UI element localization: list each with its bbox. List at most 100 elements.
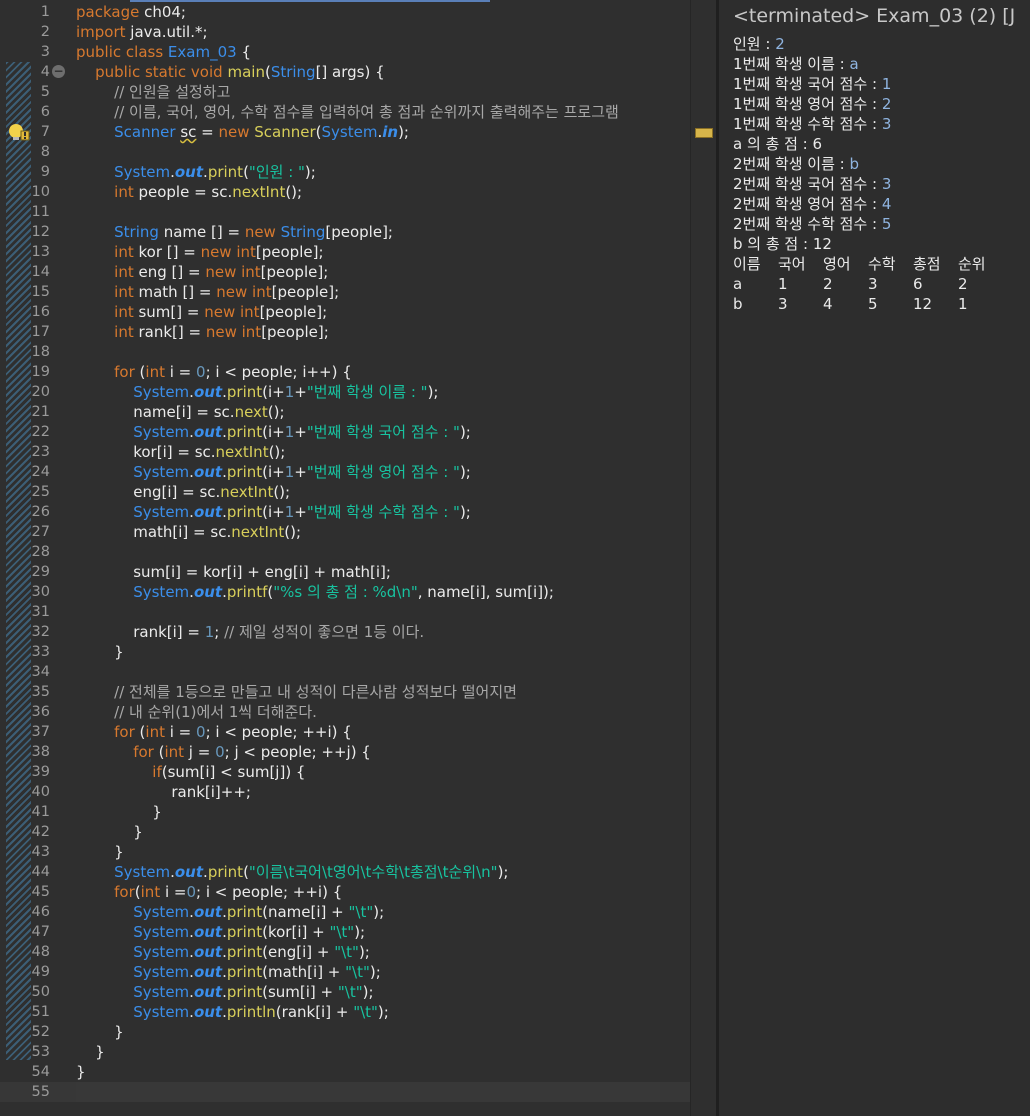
- code-text[interactable]: public class Exam_03 {: [76, 42, 251, 62]
- code-text[interactable]: }: [76, 822, 143, 842]
- warning-lightbulb-icon[interactable]: [7, 122, 31, 142]
- code-text[interactable]: for (int i = 0; i < people; i++) {: [76, 362, 352, 382]
- code-text[interactable]: int people = sc.nextInt();: [76, 182, 302, 202]
- code-line[interactable]: 3 public class Exam_03 {: [0, 42, 690, 62]
- code-text[interactable]: System.out.print(math[i] + "\t");: [76, 962, 381, 982]
- code-line[interactable]: 50 System.out.print(sum[i] + "\t");: [0, 982, 690, 1002]
- code-line[interactable]: 40 rank[i]++;: [0, 782, 690, 802]
- code-line[interactable]: 32 rank[i] = 1; // 제일 성적이 좋으면 1등 이다.: [0, 622, 690, 642]
- code-text[interactable]: int rank[] = new int[people];: [76, 322, 329, 342]
- code-line[interactable]: 10 int people = sc.nextInt();: [0, 182, 690, 202]
- code-text[interactable]: public static void main(String[] args) {: [76, 62, 385, 82]
- code-text[interactable]: // 전체를 1등으로 만들고 내 성적이 다른사람 성적보다 떨어지면: [76, 682, 517, 702]
- code-text[interactable]: int math [] = new int[people];: [76, 282, 339, 302]
- code-line[interactable]: 7 Scanner sc = new Scanner(System.in);: [0, 122, 690, 142]
- code-text[interactable]: name[i] = sc.next();: [76, 402, 284, 422]
- collapse-circle-icon[interactable]: −: [52, 65, 65, 78]
- console-output[interactable]: 인원 : 2 1번째 학생 이름 : a 1번째 학생 국어 점수 : 1 1번째 학…: [733, 34, 1030, 314]
- code-line[interactable]: 4− public static void main(String[] args…: [0, 62, 690, 82]
- code-line[interactable]: 26 System.out.print(i+1+"번째 학생 수학 점수 : "…: [0, 502, 690, 522]
- code-line[interactable]: 29 sum[i] = kor[i] + eng[i] + math[i];: [0, 562, 690, 582]
- code-text[interactable]: sum[i] = kor[i] + eng[i] + math[i];: [76, 562, 391, 582]
- code-line[interactable]: 38 for (int j = 0; j < people; ++j) {: [0, 742, 690, 762]
- code-lines[interactable]: 1 package ch04; 2 import java.util.*; 3 publi…: [0, 2, 690, 1102]
- code-text[interactable]: rank[i]++;: [76, 782, 251, 802]
- code-line[interactable]: 25 eng[i] = sc.nextInt();: [0, 482, 690, 502]
- code-text[interactable]: System.out.print(i+1+"번째 학생 국어 점수 : ");: [76, 422, 471, 442]
- warning-overview-marker-icon[interactable]: [695, 128, 713, 138]
- code-text[interactable]: System.out.print(sum[i] + "\t");: [76, 982, 373, 1002]
- code-line[interactable]: 27 math[i] = sc.nextInt();: [0, 522, 690, 542]
- code-text[interactable]: for (int j = 0; j < people; ++j) {: [76, 742, 371, 762]
- code-text[interactable]: }: [76, 1022, 124, 1042]
- console-view[interactable]: <terminated> Exam_03 (2) [J 인원 : 2 1번째 학생…: [716, 0, 1030, 1116]
- code-text[interactable]: System.out.print("인원 : ");: [76, 162, 316, 182]
- code-line[interactable]: 13 int kor [] = new int[people];: [0, 242, 690, 262]
- code-line[interactable]: 39 if(sum[i] < sum[j]) {: [0, 762, 690, 782]
- code-text[interactable]: String name [] = new String[people];: [76, 222, 393, 242]
- code-text[interactable]: System.out.print(i+1+"번째 학생 이름 : ");: [76, 382, 438, 402]
- code-text[interactable]: int sum[] = new int[people];: [76, 302, 327, 322]
- code-text[interactable]: // 이름, 국어, 영어, 수학 점수를 입력하여 총 점과 순위까지 출력해…: [76, 102, 619, 122]
- code-line[interactable]: 12 String name [] = new String[people];: [0, 222, 690, 242]
- code-line[interactable]: 11: [0, 202, 690, 222]
- code-line[interactable]: 37 for (int i = 0; i < people; ++i) {: [0, 722, 690, 742]
- code-text[interactable]: }: [76, 1062, 86, 1082]
- code-text[interactable]: System.out.println(rank[i] + "\t");: [76, 1002, 389, 1022]
- code-line[interactable]: 31: [0, 602, 690, 622]
- code-line[interactable]: 47 System.out.print(kor[i] + "\t");: [0, 922, 690, 942]
- code-line[interactable]: 36 // 내 순위(1)에서 1씩 더해준다.: [0, 702, 690, 722]
- code-line[interactable]: 51 System.out.println(rank[i] + "\t");: [0, 1002, 690, 1022]
- code-line[interactable]: 45 for(int i =0; i < people; ++i) {: [0, 882, 690, 902]
- code-line[interactable]: 46 System.out.print(name[i] + "\t");: [0, 902, 690, 922]
- code-text[interactable]: }: [76, 842, 124, 862]
- code-line[interactable]: 6 // 이름, 국어, 영어, 수학 점수를 입력하여 총 점과 순위까지 출…: [0, 102, 690, 122]
- code-text[interactable]: import java.util.*;: [76, 22, 208, 42]
- code-text[interactable]: package ch04;: [76, 2, 186, 22]
- code-line[interactable]: 54}: [0, 1062, 690, 1082]
- code-text[interactable]: System.out.print(i+1+"번째 학생 영어 점수 : ");: [76, 462, 471, 482]
- code-line[interactable]: 28: [0, 542, 690, 562]
- code-line[interactable]: 14 int eng [] = new int[people];: [0, 262, 690, 282]
- code-text[interactable]: for(int i =0; i < people; ++i) {: [76, 882, 342, 902]
- code-line[interactable]: 53 }: [0, 1042, 690, 1062]
- code-line[interactable]: 52 }: [0, 1022, 690, 1042]
- code-line[interactable]: 15 int math [] = new int[people];: [0, 282, 690, 302]
- code-line[interactable]: 17 int rank[] = new int[people];: [0, 322, 690, 342]
- code-text[interactable]: System.out.printf("%s 의 총 점 : %d\n", nam…: [76, 582, 554, 602]
- code-text[interactable]: System.out.print(kor[i] + "\t");: [76, 922, 365, 942]
- code-line[interactable]: 20 System.out.print(i+1+"번째 학생 이름 : ");: [0, 382, 690, 402]
- code-text[interactable]: if(sum[i] < sum[j]) {: [76, 762, 305, 782]
- code-line[interactable]: 48 System.out.print(eng[i] + "\t");: [0, 942, 690, 962]
- code-line[interactable]: 19 for (int i = 0; i < people; i++) {: [0, 362, 690, 382]
- code-text[interactable]: math[i] = sc.nextInt();: [76, 522, 301, 542]
- code-text[interactable]: }: [76, 802, 162, 822]
- code-text[interactable]: for (int i = 0; i < people; ++i) {: [76, 722, 352, 742]
- code-line[interactable]: 24 System.out.print(i+1+"번째 학생 영어 점수 : "…: [0, 462, 690, 482]
- code-text[interactable]: rank[i] = 1; // 제일 성적이 좋으면 1등 이다.: [76, 622, 424, 642]
- code-text[interactable]: kor[i] = sc.nextInt();: [76, 442, 285, 462]
- code-text[interactable]: eng[i] = sc.nextInt();: [76, 482, 290, 502]
- code-line[interactable]: 22 System.out.print(i+1+"번째 학생 국어 점수 : "…: [0, 422, 690, 442]
- code-text[interactable]: }: [76, 642, 124, 662]
- code-line[interactable]: 2 import java.util.*;: [0, 22, 690, 42]
- code-line[interactable]: 49 System.out.print(math[i] + "\t");: [0, 962, 690, 982]
- overview-ruler[interactable]: [690, 0, 716, 1116]
- code-line[interactable]: 18: [0, 342, 690, 362]
- code-text[interactable]: System.out.print("이름\t국어\t영어\t수학\t총점\t순위…: [76, 862, 508, 882]
- code-text[interactable]: // 내 순위(1)에서 1씩 더해준다.: [76, 702, 317, 722]
- code-line[interactable]: 33 }: [0, 642, 690, 662]
- code-line[interactable]: 34: [0, 662, 690, 682]
- code-text[interactable]: }: [76, 1042, 105, 1062]
- code-line[interactable]: 44 System.out.print("이름\t국어\t영어\t수학\t총점\…: [0, 862, 690, 882]
- code-line[interactable]: 43 }: [0, 842, 690, 862]
- code-text[interactable]: // 인원을 설정하고: [76, 82, 230, 102]
- code-text[interactable]: int kor [] = new int[people];: [76, 242, 323, 262]
- code-text[interactable]: System.out.print(i+1+"번째 학생 수학 점수 : ");: [76, 502, 471, 522]
- code-line[interactable]: 16 int sum[] = new int[people];: [0, 302, 690, 322]
- code-line[interactable]: 30 System.out.printf("%s 의 총 점 : %d\n", …: [0, 582, 690, 602]
- code-line[interactable]: 41 }: [0, 802, 690, 822]
- code-text[interactable]: System.out.print(eng[i] + "\t");: [76, 942, 370, 962]
- code-line[interactable]: 9 System.out.print("인원 : ");: [0, 162, 690, 182]
- code-text[interactable]: Scanner sc = new Scanner(System.in);: [76, 122, 409, 142]
